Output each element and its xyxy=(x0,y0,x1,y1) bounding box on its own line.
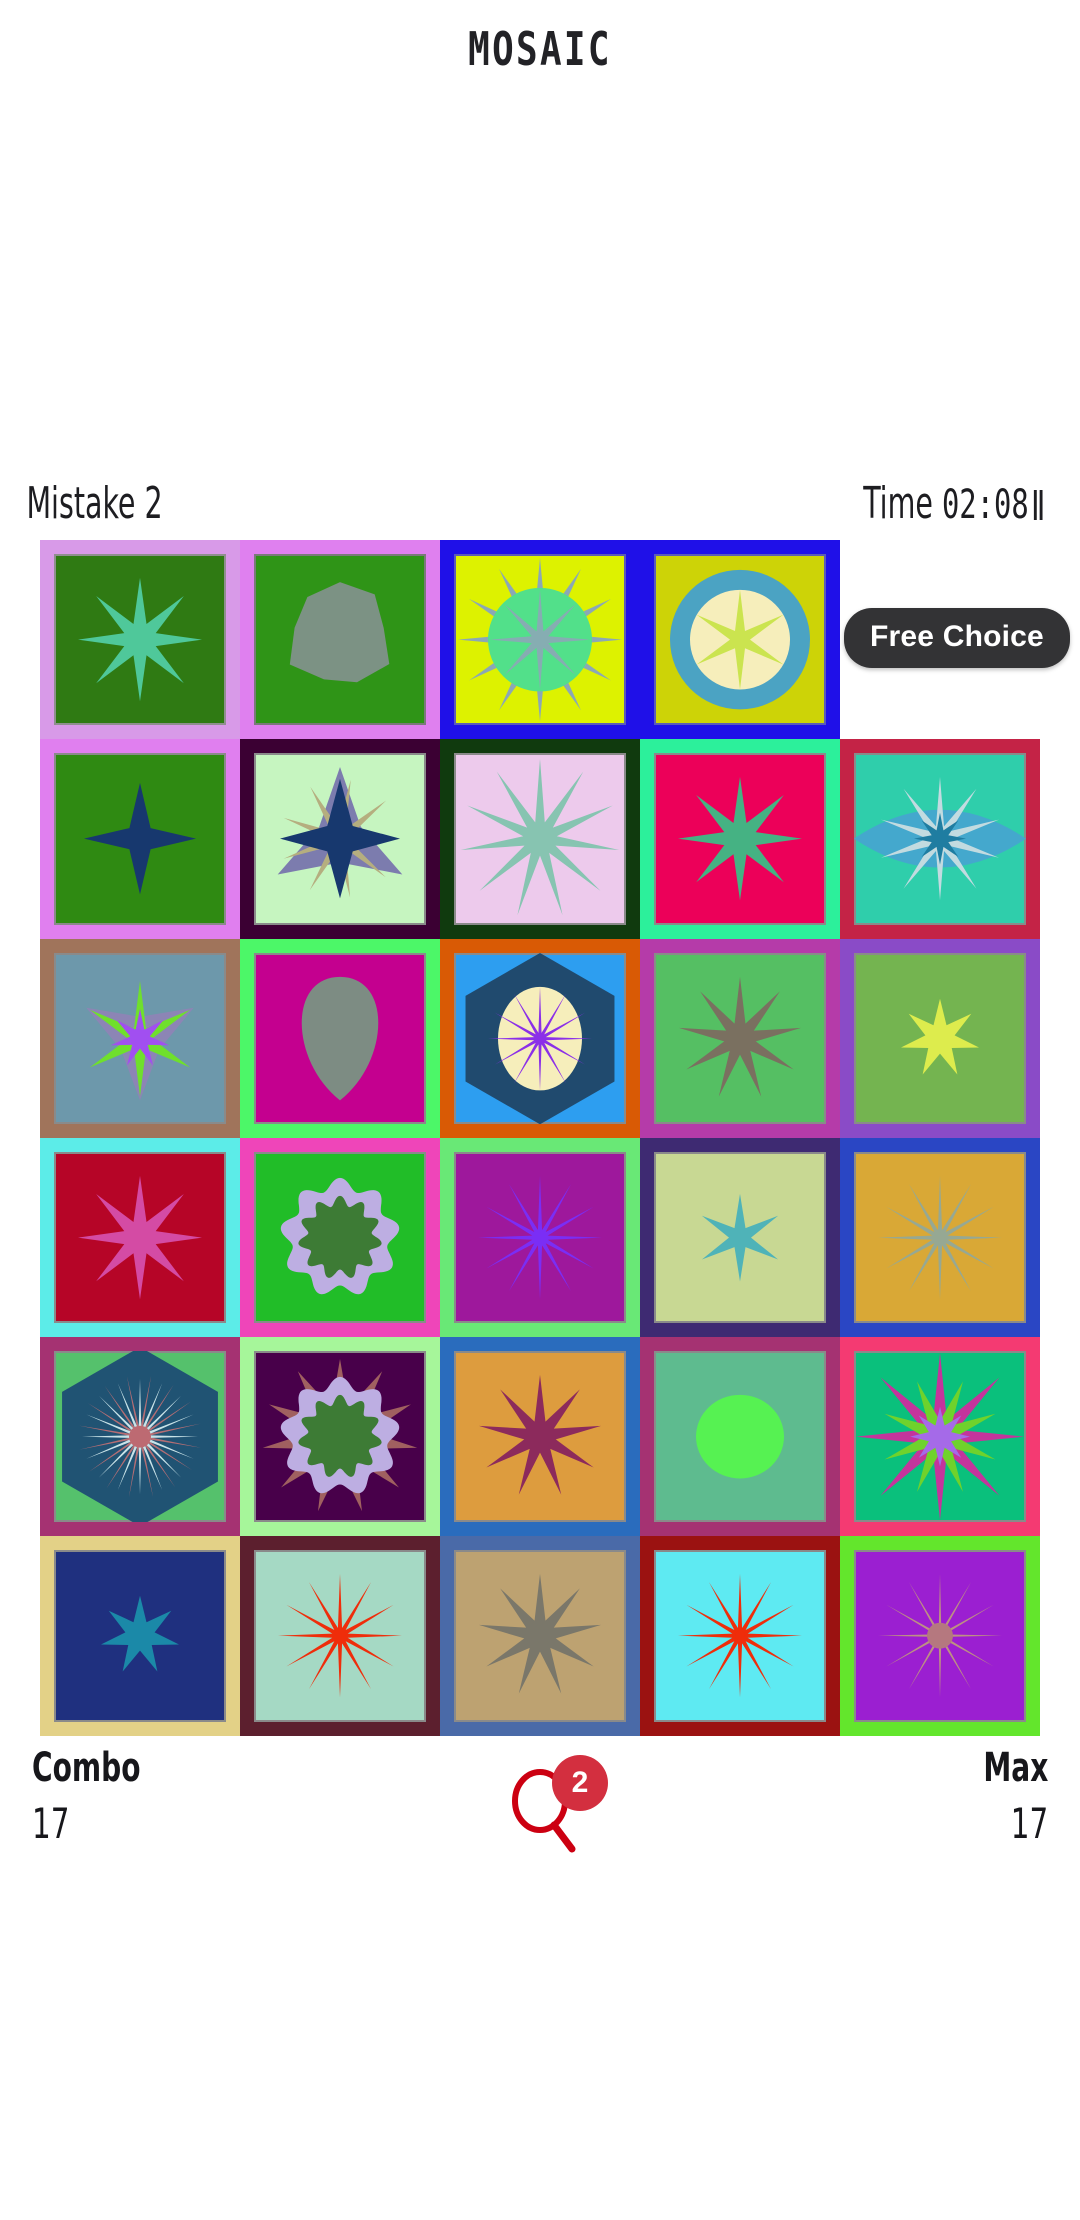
mosaic-cell[interactable] xyxy=(840,739,1040,939)
mosaic-cell[interactable] xyxy=(40,739,240,939)
mosaic-cell[interactable] xyxy=(440,1337,640,1537)
mosaic-cell[interactable] xyxy=(440,938,640,1138)
mosaic-cell-tile xyxy=(654,1351,826,1523)
mistake-label: Mistake xyxy=(26,478,136,529)
mosaic-cell-tile xyxy=(54,1550,226,1722)
mosaic-cell[interactable] xyxy=(40,938,240,1138)
mosaic-cell-tile xyxy=(654,952,826,1124)
mosaic-cell-tile xyxy=(854,952,1026,1124)
mosaic-cell[interactable] xyxy=(440,1137,640,1338)
mosaic-cell[interactable] xyxy=(240,540,440,740)
pause-icon[interactable] xyxy=(1033,490,1045,520)
mosaic-cell-tile xyxy=(454,952,626,1124)
hint-count-badge: 2 xyxy=(552,1755,608,1811)
mosaic-cell-tile xyxy=(254,1550,426,1722)
mosaic-cell-tile xyxy=(54,753,226,925)
mosaic-cell[interactable] xyxy=(640,1337,840,1537)
mosaic-cell-tile xyxy=(454,1151,626,1324)
mosaic-cell-tile xyxy=(254,952,426,1124)
max-value: 17 xyxy=(1010,1799,1048,1848)
mosaic-cell-tile xyxy=(454,1550,626,1722)
mosaic-cell[interactable] xyxy=(840,938,1040,1138)
mosaic-cell-tile xyxy=(854,753,1026,925)
mosaic-cell-tile xyxy=(654,753,826,925)
mosaic-cell-tile xyxy=(654,554,826,726)
combo-counter: Combo 17 xyxy=(32,1745,171,1848)
mosaic-cell[interactable] xyxy=(240,1137,440,1338)
free-choice-tooltip: Free Choice xyxy=(844,608,1070,668)
mosaic-cell[interactable] xyxy=(840,1337,1040,1537)
mosaic-cell[interactable] xyxy=(40,540,240,740)
mosaic-cell-tile xyxy=(654,1151,826,1324)
hint-magnifier-button[interactable]: 2 xyxy=(496,1755,616,1853)
mistake-counter: Mistake 2 xyxy=(0,478,189,529)
mosaic-cell[interactable] xyxy=(640,938,840,1138)
mosaic-cell-tile xyxy=(254,1151,426,1324)
mosaic-cell-tile xyxy=(54,554,226,726)
mosaic-cell[interactable] xyxy=(40,1536,240,1736)
mosaic-cell-tile xyxy=(854,1151,1026,1324)
mosaic-cell[interactable] xyxy=(640,540,840,740)
mosaic-cell[interactable] xyxy=(240,1536,440,1736)
footer-bar: Combo 17 2 Max 17 xyxy=(0,1745,1080,1885)
mosaic-cell-tile xyxy=(254,753,426,925)
combo-label: Combo xyxy=(32,1745,141,1791)
mosaic-cell-tile xyxy=(54,1351,226,1523)
time-label: Time xyxy=(863,478,934,529)
mosaic-cell-tile xyxy=(54,1151,226,1324)
mosaic-cell-tile xyxy=(254,1351,426,1523)
timer[interactable]: Time 02:08 xyxy=(828,478,1080,529)
mistake-label-and-value: Mistake 2 xyxy=(26,478,162,529)
mosaic-cell-tile xyxy=(454,753,626,925)
mosaic-cell[interactable] xyxy=(640,739,840,939)
mosaic-cell-tile xyxy=(254,554,426,726)
status-row: Mistake 2 Time 02:08 xyxy=(0,478,1080,538)
mosaic-cell[interactable] xyxy=(640,1536,840,1736)
mosaic-cell-tile xyxy=(654,1550,826,1722)
mosaic-cell-tile xyxy=(854,1351,1026,1523)
mosaic-cell[interactable] xyxy=(440,739,640,939)
mosaic-cell[interactable] xyxy=(440,540,640,740)
mosaic-cell-tile xyxy=(54,952,226,1124)
mosaic-cell[interactable] xyxy=(240,739,440,939)
mosaic-cell[interactable] xyxy=(40,1337,240,1537)
mosaic-cell[interactable] xyxy=(840,1137,1040,1338)
max-counter: Max 17 xyxy=(965,1745,1048,1848)
mosaic-cell-tile xyxy=(454,554,626,726)
mosaic-grid[interactable] xyxy=(40,540,1040,1736)
mosaic-cell-tile xyxy=(854,1550,1026,1722)
time-value: 02:08 xyxy=(942,482,1029,528)
mosaic-cell[interactable] xyxy=(40,1137,240,1338)
mosaic-cell[interactable] xyxy=(640,1137,840,1338)
mosaic-cell[interactable] xyxy=(240,938,440,1138)
page-title: MOSAIC xyxy=(468,22,612,76)
mosaic-cell[interactable] xyxy=(440,1536,640,1736)
mosaic-cell[interactable] xyxy=(840,1536,1040,1736)
max-label: Max xyxy=(983,1745,1048,1791)
mistake-value: 2 xyxy=(144,478,163,529)
mosaic-cell[interactable] xyxy=(240,1337,440,1537)
mosaic-cell-tile xyxy=(454,1351,626,1523)
combo-value: 17 xyxy=(32,1799,70,1848)
